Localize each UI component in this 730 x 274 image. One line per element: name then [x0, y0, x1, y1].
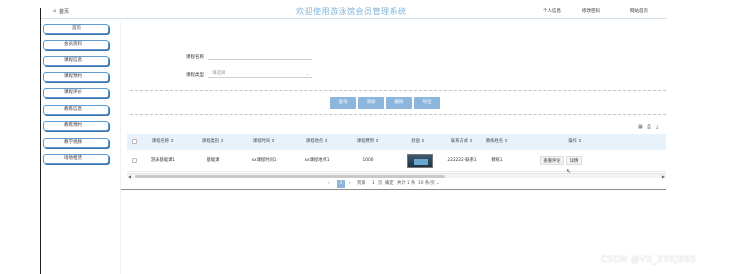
site-home-link[interactable]: 网站首页: [630, 8, 648, 14]
left-margin: [0, 0, 40, 274]
mouse-cursor-icon: ↖: [566, 168, 572, 175]
course-type-value: 请选择: [212, 71, 226, 76]
row-checkbox[interactable]: [132, 158, 137, 163]
sidebar-item-courses[interactable]: 课程信息: [43, 56, 109, 66]
page-input[interactable]: 1: [372, 179, 375, 189]
goto-label: 到第: [357, 181, 366, 186]
course-name-input[interactable]: [208, 52, 312, 60]
content-bottom-border: [121, 189, 666, 190]
th-course-fee[interactable]: 课程费用 ⇕: [345, 134, 391, 150]
sidebar-item-venue-rental[interactable]: 场地租赁: [43, 154, 109, 164]
th-operations[interactable]: 操作 ⇕: [545, 134, 605, 150]
course-type-label: 课程类型: [186, 73, 204, 78]
cell-course-type: 基础课: [206, 158, 220, 163]
actions-divider: [130, 114, 666, 115]
page-size-select[interactable]: 10 条/页 ⌄: [418, 179, 440, 189]
cell-course-name: 游泳基础课1: [150, 158, 176, 163]
sidebar-item-coaches[interactable]: 教练信息: [43, 105, 109, 115]
sidebar-item-videos[interactable]: 教学视频: [43, 138, 109, 148]
app-title: 欢迎使用游泳馆会员管理系统: [296, 7, 407, 16]
cell-course-time: xx课程时间1: [251, 158, 277, 163]
page-unit-label: 页: [378, 181, 383, 186]
search-button[interactable]: 查询: [330, 97, 356, 109]
sidebar-item-course-review[interactable]: 课程评价: [43, 88, 109, 98]
columns-icon[interactable]: ▦: [638, 124, 643, 130]
chevron-down-icon: ⌄: [305, 71, 309, 76]
table-scrollbar[interactable]: ◀ ▶: [127, 173, 666, 179]
app-root: ⌂ 首页 欢迎使用游泳馆会员管理系统 个人信息 修改密码 网站首页 首页 会员资…: [0, 0, 730, 274]
profile-link[interactable]: 个人信息: [543, 8, 561, 14]
course-type-select[interactable]: 请选择 ⌄: [208, 70, 312, 78]
export-button[interactable]: 导出: [414, 97, 440, 109]
left-divider: [40, 8, 41, 274]
total-count: 共计 1 条: [397, 181, 416, 186]
sidebar-item-coach-booking[interactable]: 教练预约: [43, 121, 109, 131]
export-icon[interactable]: ⤓: [656, 124, 658, 130]
course-name-label: 课程名称: [186, 55, 204, 60]
th-cover[interactable]: 封面 ⇕: [396, 134, 440, 150]
cover-thumbnail-pool: [414, 159, 428, 165]
prev-page-icon[interactable]: ‹: [328, 179, 330, 189]
select-all-checkbox[interactable]: [132, 139, 137, 144]
scroll-thumb[interactable]: [135, 175, 445, 178]
home-link[interactable]: 首页: [59, 8, 69, 15]
th-course-place[interactable]: 课程地点 ⇕: [291, 134, 343, 150]
watermark: CSDN @VX_ZYKJ985: [601, 255, 696, 265]
home-icon[interactable]: ⌂: [53, 8, 56, 14]
cell-course-fee: 1000: [362, 158, 374, 163]
next-page-icon[interactable]: ›: [349, 179, 351, 189]
confirm-button[interactable]: 确定: [385, 179, 394, 189]
cover-thumbnail[interactable]: [407, 154, 433, 168]
sidebar-item-members[interactable]: 会员资料: [43, 40, 109, 50]
page-number-active[interactable]: 1: [337, 180, 345, 188]
cell-course-place: xx课程地点1: [304, 158, 330, 163]
cell-coach-name: 教练1: [491, 158, 503, 163]
th-course-type[interactable]: 课程类别 ⇕: [188, 134, 238, 150]
details-button[interactable]: 详情: [566, 156, 582, 165]
add-button[interactable]: 添加: [358, 97, 384, 109]
form-divider: [130, 90, 666, 91]
th-coach-name[interactable]: 教练姓名 ⇕: [475, 134, 519, 150]
th-course-name[interactable]: 课程名称 ⇕: [140, 134, 186, 150]
change-password-link[interactable]: 修改密码: [582, 8, 600, 14]
top-header: ⌂ 首页 欢迎使用游泳馆会员管理系统 个人信息 修改密码 网站首页: [41, 5, 667, 19]
scroll-left-icon[interactable]: ◀: [128, 174, 131, 179]
sidebar-item-course-booking[interactable]: 课程预约: [43, 72, 109, 82]
main-divider: [120, 22, 121, 274]
print-icon[interactable]: ⎙: [647, 124, 651, 130]
scroll-right-icon[interactable]: ▶: [662, 174, 665, 179]
delete-button[interactable]: 删除: [386, 97, 412, 109]
th-course-time[interactable]: 课程时间 ⇕: [241, 134, 287, 150]
sidebar-item-home[interactable]: 首页: [43, 24, 109, 34]
view-reviews-button[interactable]: 查看评论: [540, 156, 564, 165]
